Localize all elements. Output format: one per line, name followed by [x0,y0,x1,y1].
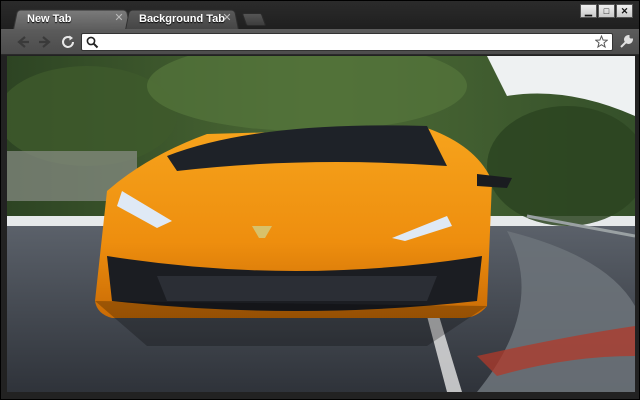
page-content [7,56,635,392]
tab-background-tab[interactable]: Background Tab ✕ [125,8,239,30]
close-button[interactable]: ✕ [616,4,633,18]
new-tab-button[interactable] [241,13,267,26]
maximize-button[interactable]: □ [598,4,615,18]
tab-close-icon[interactable]: ✕ [113,12,125,24]
tab-close-icon[interactable]: ✕ [221,12,233,24]
wrench-icon[interactable] [618,34,634,50]
tab-new-tab[interactable]: New Tab ✕ [13,8,131,30]
omnibox-input[interactable] [102,35,592,49]
back-arrow-icon[interactable] [15,34,31,50]
star-icon[interactable] [594,34,609,49]
browser-window: New Tab ✕ Background Tab ✕ ▁ □ ✕ [0,0,640,400]
forward-arrow-icon[interactable] [37,34,53,50]
window-controls: ▁ □ ✕ [580,4,633,18]
window-bottom-border [1,392,639,399]
background-car-image [7,56,635,392]
tab-label: Background Tab [139,13,225,25]
tab-label: New Tab [27,13,72,25]
omnibox[interactable] [81,33,613,51]
reload-icon[interactable] [60,34,76,50]
search-icon [86,36,99,49]
minimize-button[interactable]: ▁ [580,4,597,18]
tab-strip: New Tab ✕ Background Tab ✕ ▁ □ ✕ [1,1,639,30]
toolbar [1,29,639,55]
